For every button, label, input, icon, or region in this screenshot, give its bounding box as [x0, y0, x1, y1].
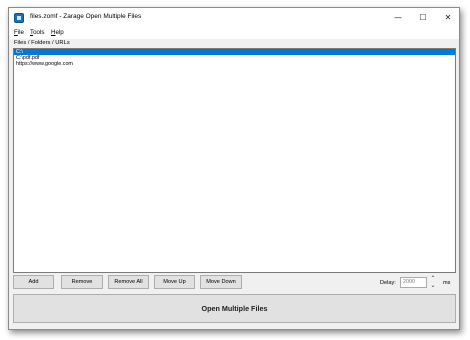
- add-button[interactable]: Add: [13, 275, 54, 289]
- title-bar[interactable]: files.zomf - Zarage Open Multiple Files …: [9, 8, 459, 28]
- move-down-button[interactable]: Move Down: [200, 275, 242, 289]
- maximize-button[interactable]: ☐: [410, 8, 436, 28]
- window-title: files.zomf - Zarage Open Multiple Files: [30, 13, 142, 20]
- move-up-button[interactable]: Move Up: [154, 275, 195, 289]
- menu-bar: File Tools Help: [9, 28, 459, 39]
- menu-file-label: ile: [17, 29, 24, 36]
- open-multiple-files-button[interactable]: Open Multiple Files: [13, 294, 456, 323]
- files-listbox[interactable]: C:\ C:\pdf.pdf https://www.google.com: [13, 48, 456, 273]
- list-item[interactable]: https://www.google.com: [14, 61, 455, 67]
- menu-file[interactable]: File: [14, 29, 24, 36]
- close-button[interactable]: ✕: [435, 8, 461, 28]
- files-list-label: Files / Folders / URLs: [14, 40, 70, 46]
- spin-down-icon[interactable]: ⌄: [429, 283, 437, 289]
- delay-unit-label: ms: [443, 280, 451, 286]
- menu-tools-label: ools: [33, 29, 45, 36]
- menu-help-label: elp: [55, 29, 64, 36]
- menu-help[interactable]: Help: [51, 29, 64, 36]
- remove-button[interactable]: Remove: [61, 275, 103, 289]
- delay-label: Delay:: [380, 280, 396, 286]
- menu-tools[interactable]: Tools: [30, 29, 44, 36]
- delay-spinner[interactable]: ⌃ ⌄: [429, 276, 437, 289]
- minimize-button[interactable]: —: [385, 8, 411, 28]
- app-window: files.zomf - Zarage Open Multiple Files …: [8, 7, 460, 330]
- delay-input[interactable]: 2000: [400, 277, 427, 288]
- remove-all-button[interactable]: Remove All: [108, 275, 149, 289]
- app-icon: [14, 13, 24, 23]
